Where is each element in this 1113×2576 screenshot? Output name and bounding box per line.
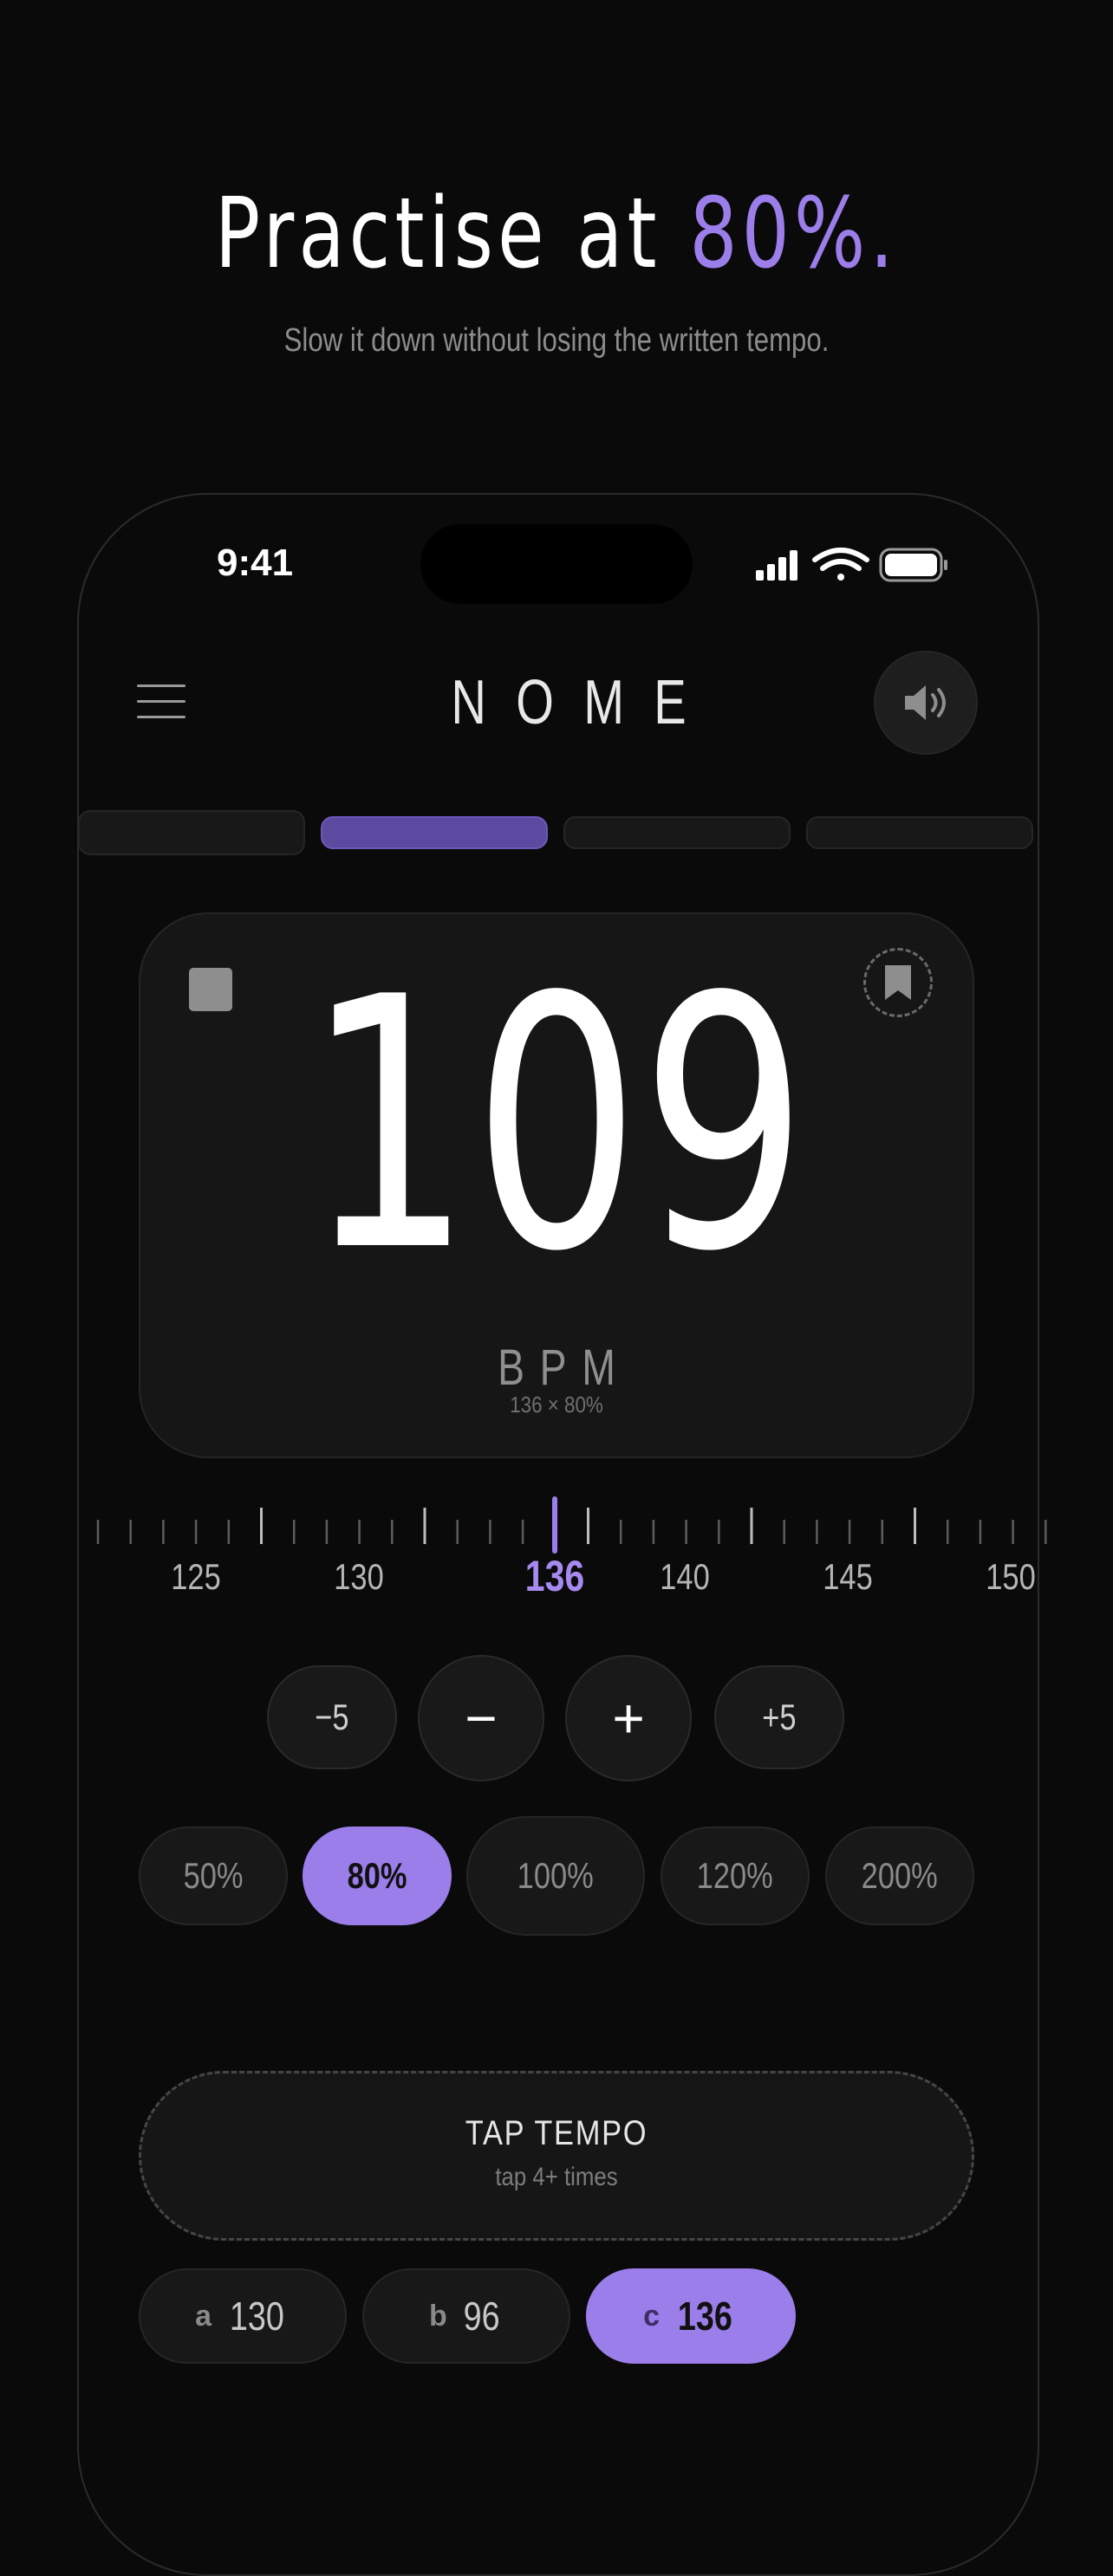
ruler-label-150: 150 — [986, 1556, 1036, 1597]
stop-icon[interactable] — [189, 968, 232, 1011]
percent-50[interactable]: 50% — [139, 1827, 288, 1925]
menu-icon — [137, 685, 186, 687]
preset-key: c — [643, 2299, 661, 2333]
preset-value: 136 — [677, 2294, 732, 2339]
tap-tempo-button[interactable] — [139, 2071, 974, 2241]
minus-icon: − — [465, 1687, 498, 1749]
page-tab-2[interactable] — [321, 816, 548, 849]
preset-a[interactable]: a 130 — [139, 2268, 347, 2364]
bpm-value: 109 — [304, 925, 809, 1327]
app-brand: NOME — [451, 668, 717, 737]
bookmark-icon — [885, 965, 911, 1000]
ruler-label-145: 145 — [823, 1556, 873, 1597]
dynamic-island — [420, 524, 693, 604]
page-tab-4[interactable] — [806, 816, 1033, 849]
headline-prefix: Practise at — [214, 178, 690, 290]
bpm-formula: 136 × 80% — [510, 1392, 603, 1418]
page-tab-1[interactable] — [78, 810, 305, 855]
status-time: 9:41 — [217, 542, 294, 584]
ruler-label-current: 136 — [524, 1552, 585, 1600]
ruler-label-125: 125 — [171, 1556, 221, 1597]
signal-icon — [756, 550, 797, 581]
plus-icon: + — [612, 1687, 645, 1749]
preset-key: b — [429, 2299, 447, 2333]
preset-value: 96 — [463, 2294, 500, 2339]
ruler-label-140: 140 — [660, 1556, 710, 1597]
percent-80[interactable]: 80% — [303, 1827, 452, 1925]
marketing-headline: Practise at 80%. — [78, 178, 1035, 290]
minus-five-button[interactable]: −5 — [267, 1665, 397, 1769]
battery-icon — [879, 548, 947, 582]
tap-tempo-title: TAP TEMPO — [465, 2114, 648, 2152]
wifi-icon — [812, 548, 869, 581]
preset-key: a — [195, 2299, 212, 2333]
percent-120[interactable]: 120% — [661, 1827, 810, 1925]
speaker-icon — [905, 685, 946, 720]
status-icons — [756, 548, 947, 582]
minus-button[interactable]: − — [418, 1655, 544, 1781]
bpm-unit: BPM — [498, 1340, 631, 1396]
plus-button[interactable]: + — [565, 1655, 692, 1781]
ruler-label-130: 130 — [334, 1556, 384, 1597]
preset-c[interactable]: c 136 — [586, 2268, 796, 2364]
headline-accent: 80%. — [689, 178, 899, 290]
page-tab-3[interactable] — [563, 816, 791, 849]
preset-b[interactable]: b 96 — [362, 2268, 570, 2364]
sound-button[interactable] — [874, 651, 978, 755]
percent-100[interactable]: 100% — [466, 1816, 645, 1936]
marketing-subtitle: Slow it down without losing the written … — [283, 322, 830, 359]
preset-value: 130 — [229, 2294, 284, 2339]
plus-five-button[interactable]: +5 — [714, 1665, 844, 1769]
tap-tempo-hint: tap 4+ times — [495, 2163, 618, 2191]
menu-button[interactable] — [137, 683, 189, 721]
percent-200[interactable]: 200% — [825, 1827, 974, 1925]
